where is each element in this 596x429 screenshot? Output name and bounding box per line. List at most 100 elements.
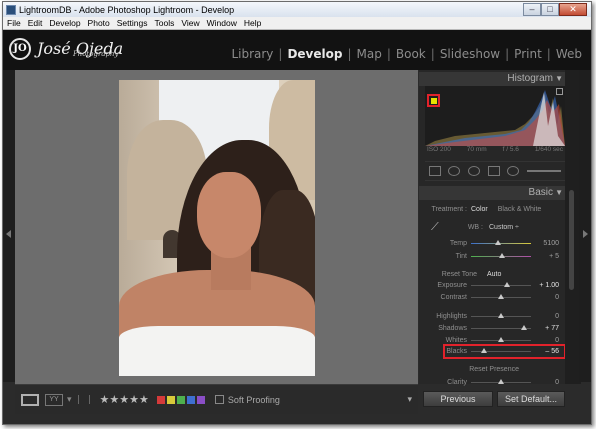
menu-help[interactable]: Help	[244, 18, 261, 28]
radial-filter-icon[interactable]	[507, 166, 520, 176]
photo-preview[interactable]	[119, 80, 315, 376]
slider-value-temp[interactable]: 5100	[531, 240, 565, 247]
before-after-icon[interactable]: YY	[45, 393, 63, 406]
histogram-graph	[425, 90, 565, 146]
slider-knob-contrast[interactable]	[498, 294, 504, 299]
loupe-view-icon[interactable]	[21, 393, 39, 406]
menu-view[interactable]: View	[181, 18, 199, 28]
histogram-header[interactable]: Histogram ▼	[419, 72, 565, 86]
color-label-purple[interactable]	[196, 395, 205, 404]
menu-edit[interactable]: Edit	[28, 18, 43, 28]
slider-label-whites: Whites	[445, 337, 467, 344]
slider-value-shadows[interactable]: + 77	[531, 325, 565, 332]
chevron-down-icon[interactable]: ▾	[67, 394, 72, 405]
flag-icon[interactable]	[77, 395, 85, 404]
module-map[interactable]: Map	[352, 47, 387, 61]
module-library[interactable]: Library	[226, 47, 278, 61]
slider-track-highlights[interactable]	[471, 313, 531, 318]
basic-header[interactable]: Basic ▼	[419, 186, 565, 200]
window-title: LightroomDB - Adobe Photoshop Lightroom …	[19, 4, 235, 15]
module-develop[interactable]: Develop	[282, 47, 347, 61]
slider-value-highlights[interactable]: 0	[531, 313, 565, 320]
histogram[interactable]	[425, 86, 565, 146]
right-panel-toggle[interactable]	[579, 70, 591, 382]
menu-develop[interactable]: Develop	[49, 18, 80, 28]
slider-row-clarity: Clarity 0	[425, 377, 565, 388]
adjustment-brush-icon[interactable]	[527, 170, 562, 172]
slider-row-exposure: Exposure + 1.00	[425, 280, 565, 291]
color-label-red[interactable]	[156, 395, 165, 404]
slider-value-contrast[interactable]: 0	[531, 294, 565, 301]
soft-proofing-checkbox[interactable]	[214, 395, 224, 404]
slider-track-contrast[interactable]	[471, 294, 531, 299]
star-rating[interactable]: ★★★★★	[100, 393, 149, 406]
slider-row-tint: Tint + 5	[425, 251, 565, 262]
right-arrow-icon	[583, 230, 588, 238]
reset-tone-button[interactable]: Reset Tone	[425, 271, 487, 278]
wb-select[interactable]: Custom ÷	[489, 224, 519, 231]
menu-bar: File Edit Develop Photo Settings Tools V…	[3, 17, 591, 30]
slider-track-shadows[interactable]	[471, 325, 531, 330]
slider-track-clarity[interactable]	[471, 379, 531, 384]
aperture: f / 5.6	[502, 146, 519, 153]
menu-photo[interactable]: Photo	[88, 18, 110, 28]
treatment-bw[interactable]: Black & White	[498, 206, 542, 213]
logo-subtitle: Photography	[73, 50, 119, 58]
slider-knob-tint[interactable]	[499, 253, 506, 258]
color-label-blue[interactable]	[186, 395, 195, 404]
crop-icon[interactable]	[428, 166, 441, 176]
eyedropper-icon[interactable]: ⟋	[431, 221, 445, 235]
image-canvas[interactable]	[15, 70, 418, 384]
color-label-green[interactable]	[176, 395, 185, 404]
module-web[interactable]: Web	[551, 47, 587, 61]
color-label-yellow[interactable]	[166, 395, 175, 404]
slider-value-whites[interactable]: 0	[531, 337, 565, 344]
slider-knob-temp[interactable]	[495, 240, 501, 245]
slider-track-exposure[interactable]	[471, 282, 531, 287]
toolbar-menu-icon[interactable]: ▾	[407, 394, 412, 405]
slider-value-clarity[interactable]: 0	[531, 379, 565, 386]
slider-knob-whites[interactable]	[498, 337, 504, 342]
shadow-clipping-highlight	[427, 94, 440, 107]
spot-removal-icon[interactable]	[448, 166, 461, 176]
slider-knob-exposure[interactable]	[504, 282, 510, 287]
slider-track-whites[interactable]	[471, 337, 531, 342]
blacks-highlight-box	[443, 344, 566, 359]
tone-row: Reset Tone Auto	[425, 269, 565, 280]
slider-row-shadows: Shadows + 77	[425, 323, 565, 334]
slider-track-tint[interactable]	[471, 253, 531, 258]
treatment-color[interactable]: Color	[471, 206, 488, 213]
menu-window[interactable]: Window	[207, 18, 237, 28]
slider-value-exposure[interactable]: + 1.00	[531, 282, 565, 289]
menu-file[interactable]: File	[7, 18, 21, 28]
slider-label-exposure: Exposure	[437, 282, 467, 289]
slider-track-temp[interactable]	[471, 240, 531, 245]
left-panel-toggle[interactable]	[3, 70, 15, 382]
set-default-button[interactable]: Set Default...	[497, 391, 565, 407]
slider-knob-highlights[interactable]	[498, 313, 504, 318]
reset-presence-button[interactable]: Reset Presence	[425, 366, 519, 373]
maximize-button[interactable]: □	[541, 3, 559, 16]
minimize-button[interactable]: –	[523, 3, 541, 16]
module-print[interactable]: Print	[509, 47, 547, 61]
menu-settings[interactable]: Settings	[117, 18, 148, 28]
reject-flag-icon[interactable]	[88, 395, 96, 404]
slider-value-tint[interactable]: + 5	[531, 253, 565, 260]
shutter-speed: 1/640 sec	[534, 146, 563, 153]
scrollbar-thumb[interactable]	[569, 190, 574, 290]
close-button[interactable]: ✕	[559, 3, 587, 16]
slider-knob-clarity[interactable]	[498, 379, 504, 384]
red-eye-icon[interactable]	[468, 166, 481, 176]
previous-button[interactable]: Previous	[423, 391, 493, 407]
graduated-filter-icon[interactable]	[487, 166, 500, 176]
menu-tools[interactable]: Tools	[154, 18, 174, 28]
wb-row: ⟋ WB : Custom ÷	[425, 221, 565, 235]
toolbar: YY ▾ ★★★★★ Soft Proofing ▾	[15, 384, 418, 414]
module-slideshow[interactable]: Slideshow	[435, 47, 505, 61]
highlight-clipping-icon[interactable]	[556, 88, 563, 95]
title-bar: LightroomDB - Adobe Photoshop Lightroom …	[3, 2, 591, 17]
slider-knob-shadows[interactable]	[520, 325, 527, 330]
auto-tone-button[interactable]: Auto	[487, 271, 501, 278]
shadow-clipping-icon[interactable]	[431, 98, 437, 104]
module-book[interactable]: Book	[391, 47, 431, 61]
